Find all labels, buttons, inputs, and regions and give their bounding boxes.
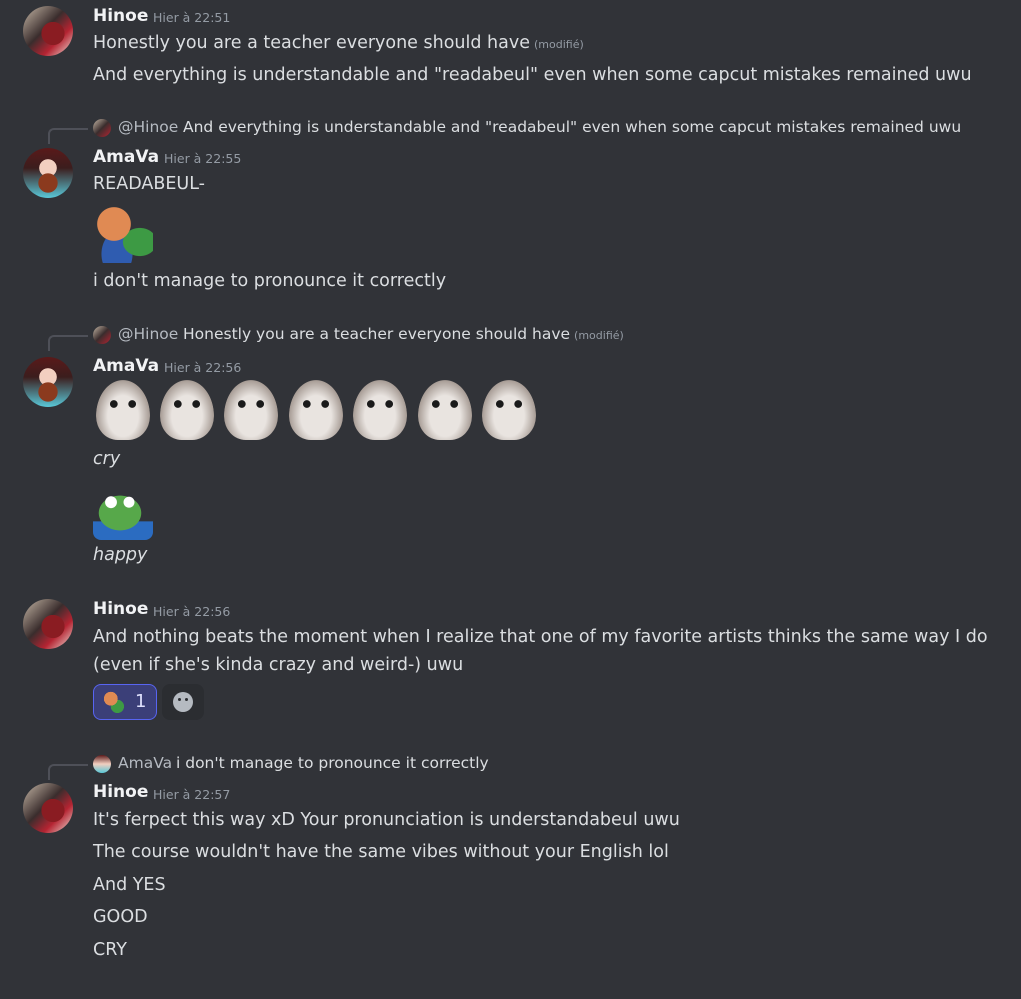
message-line: And YES: [93, 875, 166, 895]
timestamp[interactable]: Hier à 22:57: [153, 787, 230, 802]
sad-hamster-emoji-icon[interactable]: [353, 380, 407, 440]
sad-hamster-emoji-icon[interactable]: [482, 380, 536, 440]
timestamp[interactable]: Hier à 22:51: [153, 10, 230, 25]
reply-author[interactable]: AmaVa: [118, 754, 172, 772]
reply-reference[interactable]: @Hinoe Honestly you are a teacher everyo…: [0, 324, 1021, 351]
message-line: cry: [93, 449, 121, 469]
reply-text[interactable]: Honestly you are a teacher everyone shou…: [183, 325, 624, 343]
timestamp[interactable]: Hier à 22:55: [164, 151, 241, 166]
reply-avatar: [93, 326, 111, 344]
edited-tag: (modifié): [534, 38, 584, 51]
author-name[interactable]: AmaVa: [93, 147, 159, 167]
reply-text[interactable]: And everything is understandable and "re…: [183, 118, 961, 136]
reaction-count: 1: [135, 691, 147, 712]
message-line: CRY: [93, 940, 127, 960]
crying-pepe-emoji-icon[interactable]: [93, 486, 153, 540]
reply-reference[interactable]: @Hinoe And everything is understandable …: [0, 117, 1021, 144]
sad-hamster-emoji-icon[interactable]: [224, 380, 278, 440]
reply-reference[interactable]: AmaVa i don't manage to pronounce it cor…: [0, 753, 1021, 780]
avatar[interactable]: [23, 783, 73, 833]
edited-tag: (modifié): [574, 329, 624, 342]
message-line: READABEUL-: [93, 174, 205, 194]
message-line: Honestly you are a teacher everyone shou…: [93, 33, 584, 53]
sad-hamster-emoji-icon[interactable]: [160, 380, 214, 440]
author-name[interactable]: Hinoe: [93, 782, 148, 802]
author-name[interactable]: Hinoe: [93, 599, 148, 619]
message-line: i don't manage to pronounce it correctly: [93, 271, 447, 291]
reply-avatar: [93, 755, 111, 773]
timestamp[interactable]: Hier à 22:56: [153, 604, 230, 619]
avatar[interactable]: [23, 148, 73, 198]
reply-avatar: [93, 119, 111, 137]
message-line: happy: [93, 545, 148, 565]
reply-author[interactable]: @Hinoe: [118, 325, 178, 343]
author-name[interactable]: Hinoe: [93, 6, 148, 26]
timestamp[interactable]: Hier à 22:56: [164, 360, 241, 375]
reply-text[interactable]: i don't manage to pronounce it correctly: [176, 754, 489, 772]
sad-hamster-emoji-icon[interactable]: [289, 380, 343, 440]
reply-spine: [48, 764, 88, 780]
message-line: It's ferpect this way xD Your pronunciat…: [93, 810, 680, 830]
custom-emoji-laughing-guy-icon[interactable]: [93, 203, 153, 263]
sad-hamster-emoji-icon[interactable]: [96, 380, 150, 440]
reply-spine: [48, 335, 88, 351]
avatar[interactable]: [23, 6, 73, 56]
reply-text-content: Honestly you are a teacher everyone shou…: [183, 325, 571, 343]
avatar[interactable]: [23, 357, 73, 407]
message-line: GOOD: [93, 907, 148, 927]
message-text: And nothing beats the moment when I real…: [93, 627, 988, 675]
sad-hamster-emoji-icon[interactable]: [418, 380, 472, 440]
smiley-icon: [173, 692, 193, 712]
add-reaction-button[interactable]: [162, 684, 204, 720]
reaction-button[interactable]: 1: [93, 684, 157, 720]
reply-spine: [48, 128, 88, 144]
author-name[interactable]: AmaVa: [93, 356, 159, 376]
message-line: The course wouldn't have the same vibes …: [93, 842, 669, 862]
reply-author[interactable]: @Hinoe: [118, 118, 178, 136]
avatar[interactable]: [23, 599, 73, 649]
message-line: And everything is understandable and "re…: [93, 65, 972, 85]
laughing-guy-reaction-icon: [102, 691, 124, 713]
message-text: Honestly you are a teacher everyone shou…: [93, 33, 530, 53]
